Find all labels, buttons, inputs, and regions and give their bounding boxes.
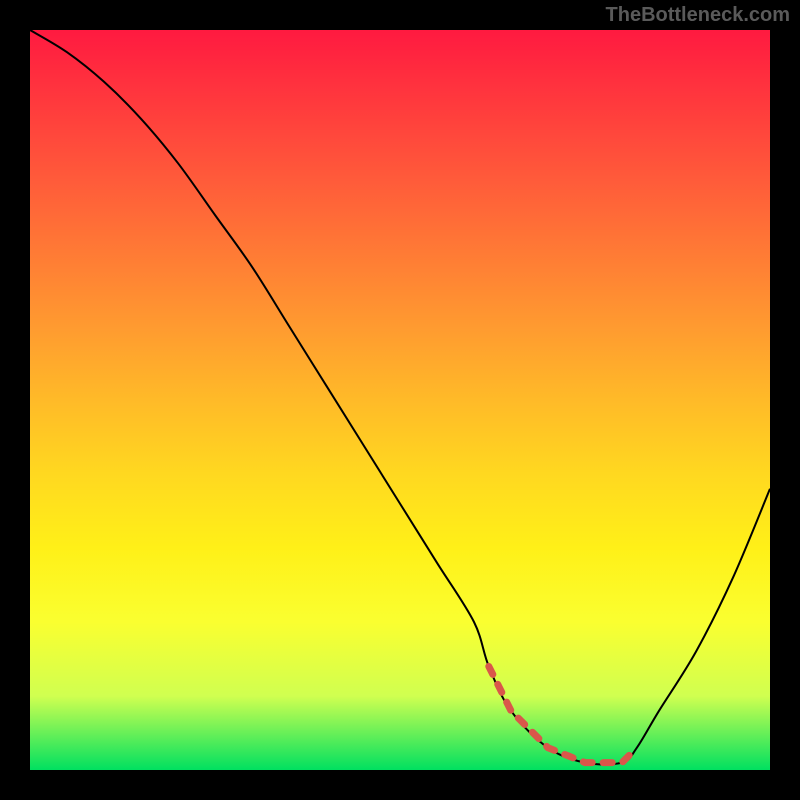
watermark-text: TheBottleneck.com bbox=[606, 4, 790, 27]
chart-plot-area bbox=[30, 30, 770, 770]
optimal-range-highlight bbox=[489, 666, 637, 762]
chart-svg bbox=[30, 30, 770, 770]
bottleneck-curve-line bbox=[30, 30, 770, 764]
